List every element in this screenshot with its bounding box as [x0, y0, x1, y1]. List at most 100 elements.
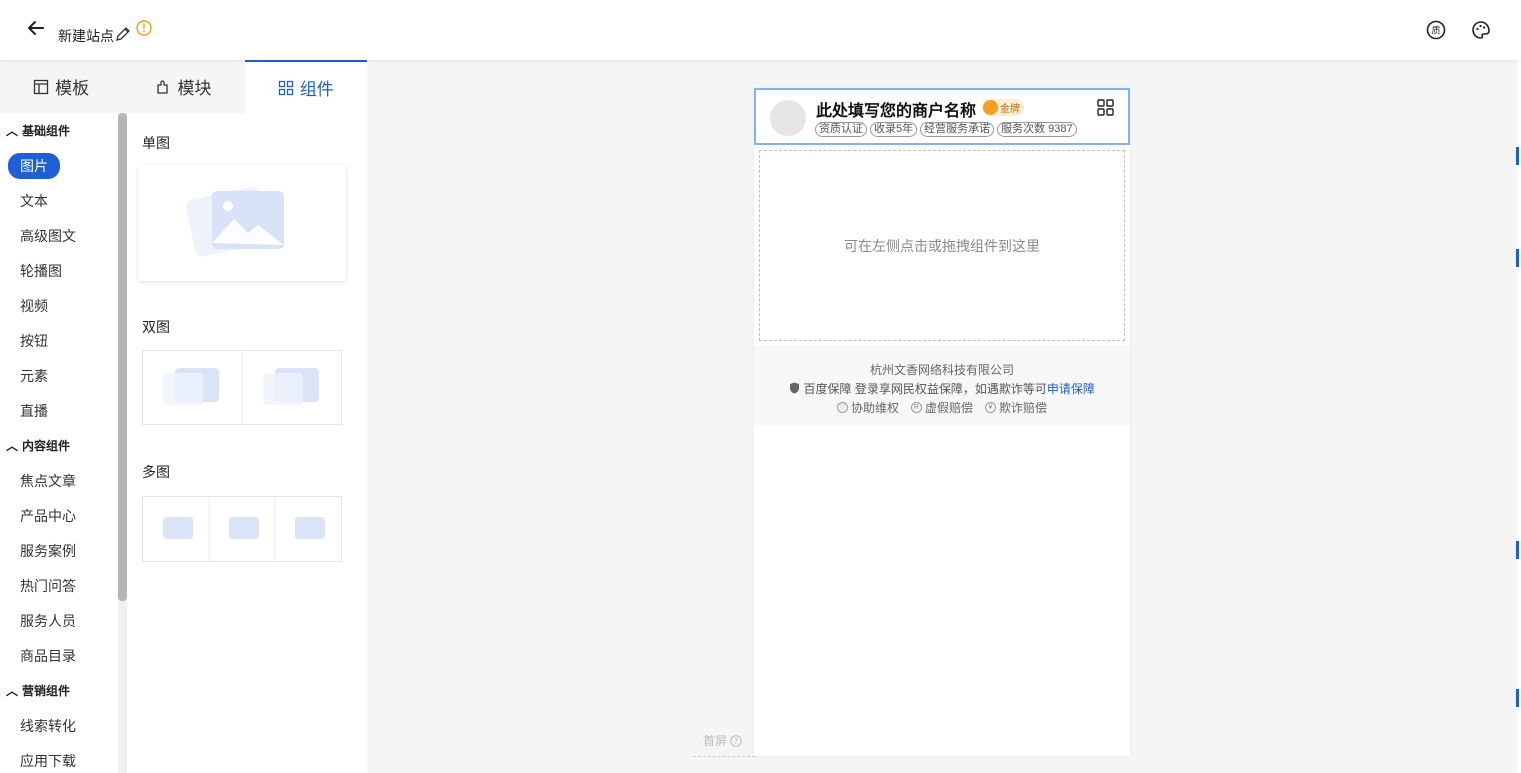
group-basic[interactable]: ︿ 基础组件: [0, 113, 118, 148]
yen-icon: ¥: [985, 402, 996, 413]
group-content[interactable]: ︿ 内容组件: [0, 428, 118, 463]
image-placeholder-icon: [186, 186, 284, 257]
puzzle-icon: [157, 79, 169, 94]
category-label: 按钮: [20, 332, 48, 349]
quality-icon[interactable]: 质: [1426, 20, 1446, 40]
components-icon: [278, 80, 293, 95]
category-item-product-catalog[interactable]: 商品目录: [0, 638, 118, 673]
category-item-live[interactable]: 直播: [0, 393, 118, 428]
edit-pencil-icon[interactable]: [115, 26, 131, 42]
medal-icon: [983, 100, 998, 115]
drop-hint: 可在左侧点击或拖拽组件到这里: [844, 237, 1040, 254]
warning-icon[interactable]: [136, 20, 152, 36]
top-bar: 新建站点 质: [0, 0, 1521, 60]
component-single-image[interactable]: [138, 165, 346, 281]
chevron-up-icon: ︿: [6, 439, 19, 453]
tab-label: 组件: [299, 80, 334, 99]
group-marketing[interactable]: ︿ 营销组件: [0, 673, 118, 708]
gold-badge: 金牌: [982, 99, 1024, 116]
merchant-tags: 资质认证 收录5年 经营服务承诺 服务次数 9387: [815, 122, 1077, 137]
category-item-button[interactable]: 按钮: [0, 323, 118, 358]
first-screen-line: [693, 756, 755, 757]
r-icon: R: [910, 402, 922, 413]
phone-preview: 此处填写您的商户名称 金牌 资质认证 收录5年 经营服务承诺 服务次数 9387…: [754, 88, 1130, 756]
svg-text:?: ?: [734, 737, 738, 746]
category-label: 应用下载: [20, 752, 76, 769]
first-screen-marker: 首屏 ?: [703, 732, 742, 749]
category-item-text[interactable]: 文本: [0, 183, 118, 218]
grid-menu-icon[interactable]: [1097, 99, 1114, 116]
badge-label: 欺诈赔偿: [999, 401, 1048, 415]
right-panel-edge: [1517, 60, 1521, 773]
category-label: 服务人员: [20, 612, 76, 629]
category-item-element[interactable]: 元素: [0, 358, 118, 393]
company-name: 杭州文香网络科技有限公司: [869, 363, 1014, 377]
component-title-double: 双图: [142, 319, 170, 335]
panel-tabs: 模板 模块 组件: [0, 60, 367, 113]
badge-label: 虚假赔偿: [924, 401, 973, 415]
right-indicator: [1516, 689, 1519, 707]
component-title-single: 单图: [142, 135, 170, 151]
category-label: 服务案例: [20, 542, 76, 559]
merchant-header-card[interactable]: 此处填写您的商户名称 金牌 资质认证 收录5年 经营服务承诺 服务次数 9387: [754, 88, 1130, 145]
category-item-lead-conversion[interactable]: 线索转化: [0, 708, 118, 743]
category-label: 图片: [8, 152, 60, 179]
component-multi-image[interactable]: [142, 496, 342, 562]
category-item-service-staff[interactable]: 服务人员: [0, 603, 118, 638]
category-scrollbar[interactable]: [118, 113, 127, 773]
shield-icon: [790, 382, 800, 394]
tab-modules[interactable]: 模块: [122, 60, 245, 113]
badge-fake: R 虚假赔偿: [910, 399, 973, 416]
scrollbar-thumb[interactable]: [118, 113, 127, 601]
image-placeholder-icon: [163, 497, 325, 561]
category-label: 视频: [20, 297, 48, 314]
component-area: 单图 双图 多图: [127, 113, 367, 773]
badge-label: 金牌: [1000, 104, 1020, 115]
category-label: 元素: [20, 367, 48, 384]
component-drop-zone[interactable]: 可在左侧点击或拖拽组件到这里: [759, 150, 1125, 341]
category-item-app-download[interactable]: 应用下载: [0, 743, 118, 773]
palette-icon[interactable]: [1471, 20, 1491, 40]
component-double-image[interactable]: [142, 350, 342, 425]
category-item-hot-qa[interactable]: 热门问答: [0, 568, 118, 603]
category-label: 线索转化: [20, 717, 76, 734]
category-label: 文本: [20, 192, 48, 209]
first-screen-label: 首屏: [703, 734, 728, 748]
category-label: 产品中心: [20, 507, 76, 524]
category-label: 商品目录: [20, 647, 76, 664]
help-icon[interactable]: ?: [730, 734, 742, 747]
guarantee-text: 百度保障 登录享网民权益保障，如遇欺诈等可: [803, 382, 1047, 396]
heart-icon: ♡: [836, 402, 848, 413]
tag: 收录5年: [870, 122, 918, 137]
back-arrow-icon[interactable]: [24, 16, 48, 40]
apply-guarantee-link[interactable]: 申请保障: [1047, 382, 1095, 396]
svg-text:质: 质: [1431, 25, 1440, 37]
site-title: 新建站点: [58, 28, 114, 44]
tag: 服务次数 9387: [997, 122, 1077, 137]
badge-assist: ♡ 协助维权: [836, 399, 899, 416]
avatar: [770, 100, 806, 136]
category-item-carousel[interactable]: 轮播图: [0, 253, 118, 288]
badge-label: 协助维权: [850, 401, 899, 415]
merchant-name: 此处填写您的商户名称: [816, 103, 977, 120]
guarantee-line: 百度保障 登录享网民权益保障，如遇欺诈等可申请保障: [754, 380, 1130, 397]
category-item-rich-text[interactable]: 高级图文: [0, 218, 118, 253]
category-item-video[interactable]: 视频: [0, 288, 118, 323]
category-item-service-cases[interactable]: 服务案例: [0, 533, 118, 568]
tag: 资质认证: [815, 122, 867, 137]
group-label: 营销组件: [22, 684, 71, 698]
category-item-product-center[interactable]: 产品中心: [0, 498, 118, 533]
chevron-up-icon: ︿: [6, 684, 19, 698]
category-item-image[interactable]: 图片: [0, 148, 118, 183]
right-indicator: [1516, 249, 1519, 267]
category-item-focus-article[interactable]: 焦点文章: [0, 463, 118, 498]
tab-label: 模块: [177, 79, 212, 98]
category-label: 轮播图: [20, 262, 62, 279]
tab-templates[interactable]: 模板: [0, 60, 123, 113]
right-indicator: [1516, 147, 1519, 165]
left-panel: 模板 模块 组件 ︿ 基础组件 图片 文本 高级图文 轮播图 视频 按钮 元素 直…: [0, 60, 367, 773]
tab-components[interactable]: 组件: [244, 60, 367, 113]
component-title-multi: 多图: [142, 464, 170, 480]
page-footer: 杭州文香网络科技有限公司 百度保障 登录享网民权益保障，如遇欺诈等可申请保障 ♡…: [754, 346, 1130, 425]
category-label: 热门问答: [20, 577, 76, 594]
